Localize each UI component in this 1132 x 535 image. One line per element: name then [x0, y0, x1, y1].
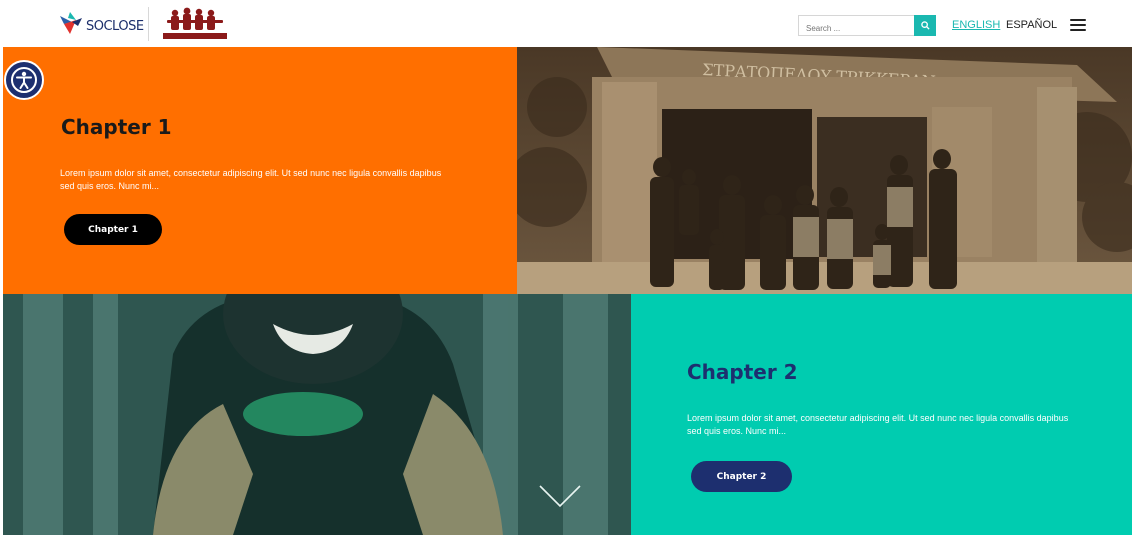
language-english-link[interactable]: ENGLISH: [952, 19, 1000, 31]
accessibility-icon[interactable]: [4, 60, 44, 100]
chapter-1-button[interactable]: Chapter 1: [64, 214, 162, 245]
menu-bar: [1070, 19, 1086, 21]
site-header: SOCLOSE ENGLISH ESPAÑOL: [0, 0, 1132, 47]
chapter-2-title: Chapter 2: [687, 360, 798, 384]
logo-divider: [148, 7, 149, 41]
search-field[interactable]: [798, 15, 914, 38]
menu-bar: [1070, 29, 1086, 31]
chapter-2-photo: [3, 294, 631, 535]
chapter-1-excerpt: Lorem ipsum dolor sit amet, consectetur …: [60, 168, 442, 191]
logo-group: SOCLOSE: [58, 6, 227, 42]
search-icon: [920, 21, 930, 30]
portrait-photo-image: [3, 294, 631, 535]
partner-logo-strip: [163, 33, 227, 39]
chapter-2-button[interactable]: Chapter 2: [691, 461, 792, 492]
chapter-1-title: Chapter 1: [61, 115, 172, 139]
soclose-wordmark: SOCLOSE: [86, 19, 144, 34]
chapter-2-panel: Chapter 2 Lorem ipsum dolor sit amet, co…: [631, 294, 1132, 535]
chapter-1-photo: ΣΤΡΑΤΟΠΕΔΟΥ ΤΡΙΚΚΕΡΑΝ: [517, 47, 1132, 294]
chevron-down-icon[interactable]: [538, 484, 582, 508]
partner-logo[interactable]: [163, 6, 227, 42]
hamburger-icon[interactable]: [1070, 19, 1086, 31]
accessibility-person-icon: [11, 67, 37, 93]
search-input[interactable]: [799, 19, 914, 38]
menu-bar: [1070, 24, 1086, 26]
chapter-2-excerpt: Lorem ipsum dolor sit amet, consectetur …: [687, 413, 1069, 436]
language-spanish-link[interactable]: ESPAÑOL: [1006, 19, 1057, 31]
partner-figures-icon: [167, 7, 223, 30]
soclose-logo[interactable]: SOCLOSE: [58, 6, 144, 42]
historic-photo-image: ΣΤΡΑΤΟΠΕΔΟΥ ΤΡΙΚΚΕΡΑΝ: [517, 47, 1132, 294]
chapter-1-panel: Chapter 1 Lorem ipsum dolor sit amet, co…: [3, 47, 517, 294]
search-button[interactable]: [914, 15, 936, 36]
